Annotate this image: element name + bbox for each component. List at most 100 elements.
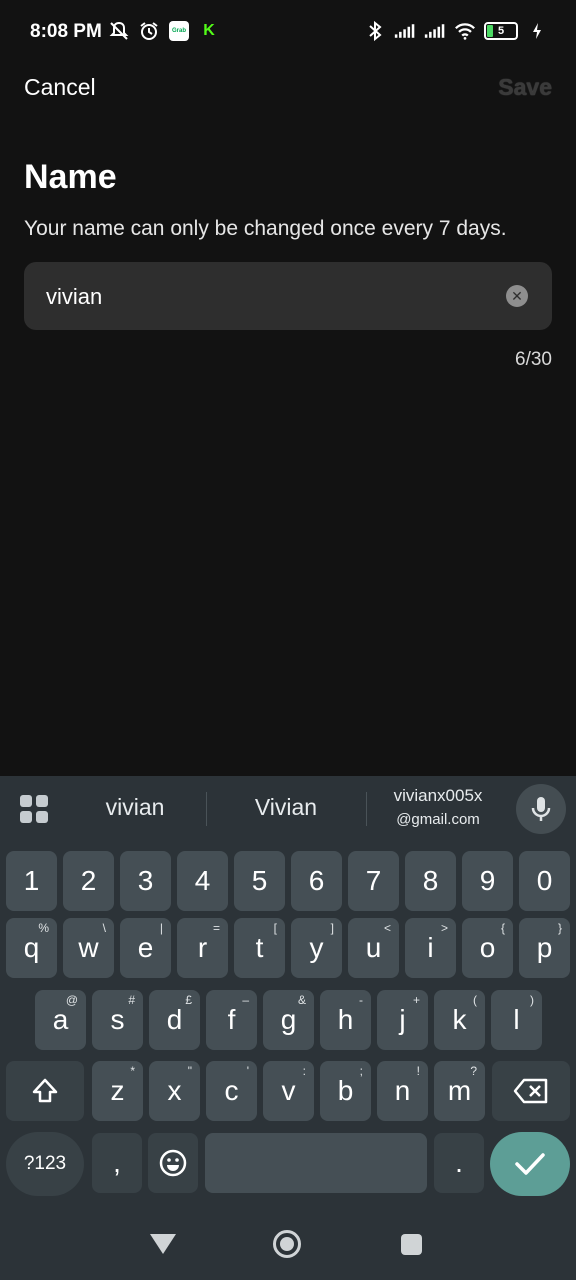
key-hint: >	[440, 921, 448, 935]
suggestion-bar: vivian Vivian vivianx005x @gmail.com	[0, 776, 576, 842]
key-n[interactable]: n!	[377, 1061, 428, 1121]
mute-icon	[108, 20, 130, 42]
key-label: u	[365, 932, 382, 963]
key-hint: <	[383, 921, 391, 935]
key-5[interactable]: 5	[234, 851, 285, 911]
backspace-key[interactable]	[492, 1061, 570, 1121]
period-key[interactable]: .	[434, 1133, 484, 1193]
save-button[interactable]: Save	[498, 74, 552, 101]
key-label: v	[281, 1075, 296, 1106]
key-f[interactable]: f –	[206, 990, 257, 1050]
enter-key[interactable]	[490, 1132, 570, 1196]
suggestion-email[interactable]: vivianx005x @gmail.com	[372, 782, 504, 830]
key-v[interactable]: v:	[263, 1061, 314, 1121]
back-icon[interactable]	[150, 1234, 176, 1254]
key-label: 0	[536, 865, 553, 896]
key-hint: @	[65, 993, 78, 1007]
emoji-key[interactable]	[148, 1133, 198, 1193]
key-label: 3	[137, 865, 154, 896]
status-right-icons: 5	[364, 20, 548, 42]
key-label: s	[110, 1004, 125, 1035]
key-i[interactable]: i >	[405, 918, 456, 978]
key-label: m	[447, 1075, 472, 1106]
keyboard-menu-icon[interactable]	[20, 795, 48, 823]
name-input-value[interactable]: vivian	[46, 284, 102, 310]
key-label: h	[337, 1004, 354, 1035]
key-hint: {	[500, 921, 505, 935]
key-y[interactable]: y]	[291, 918, 342, 978]
key-label: p	[536, 932, 553, 963]
suggestion-email-user: vivianx005x	[393, 786, 483, 805]
key-hint: #	[128, 993, 135, 1007]
key-l[interactable]: l)	[491, 990, 542, 1050]
page-title: Name	[24, 158, 117, 196]
signal-icon	[424, 20, 446, 42]
clear-icon[interactable]: ✕	[506, 285, 528, 307]
key-1[interactable]: 1	[6, 851, 57, 911]
recents-icon[interactable]	[401, 1234, 422, 1255]
symbols-key[interactable]: ?123	[6, 1132, 84, 1196]
key-3[interactable]: 3	[120, 851, 171, 911]
key-h[interactable]: h-	[320, 990, 371, 1050]
key-j[interactable]: j +	[377, 990, 428, 1050]
key-4[interactable]: 4	[177, 851, 228, 911]
key-7[interactable]: 7	[348, 851, 399, 911]
key-s[interactable]: s #	[92, 990, 143, 1050]
key-label: e	[137, 932, 154, 963]
key-8[interactable]: 8	[405, 851, 456, 911]
key-k[interactable]: k(	[434, 990, 485, 1050]
key-2[interactable]: 2	[63, 851, 114, 911]
key-w[interactable]: w \	[63, 918, 114, 978]
character-counter: 6/30	[515, 349, 552, 370]
key-label: a	[52, 1004, 69, 1035]
key-0[interactable]: 0	[519, 851, 570, 911]
key-x[interactable]: x "	[149, 1061, 200, 1121]
key-b[interactable]: b;	[320, 1061, 371, 1121]
name-input[interactable]: vivian ✕	[24, 262, 552, 330]
key-label: 2	[80, 865, 97, 896]
comma-key[interactable]: ,	[92, 1133, 142, 1193]
key-t[interactable]: t[	[234, 918, 285, 978]
key-label: 5	[251, 865, 268, 896]
key-u[interactable]: u <	[348, 918, 399, 978]
shift-key[interactable]	[6, 1061, 84, 1121]
key-g[interactable]: g &	[263, 990, 314, 1050]
key-hint: &	[297, 993, 306, 1007]
key-q[interactable]: q%	[6, 918, 57, 978]
home-icon[interactable]	[273, 1230, 301, 1258]
key-label: n	[394, 1075, 411, 1106]
navigation-bar	[0, 1204, 576, 1280]
key-label: g	[280, 1004, 297, 1035]
key-hint: [	[273, 921, 277, 935]
key-r[interactable]: r =	[177, 918, 228, 978]
key-o[interactable]: o{	[462, 918, 513, 978]
key-6[interactable]: 6	[291, 851, 342, 911]
wifi-icon	[454, 20, 476, 42]
key-z[interactable]: z *	[92, 1061, 143, 1121]
key-hint: +	[412, 993, 420, 1007]
suggestion-2[interactable]: Vivian	[214, 794, 358, 821]
key-hint: '	[246, 1064, 249, 1078]
battery-icon: 5	[484, 22, 518, 40]
suggestion-1[interactable]: vivian	[72, 794, 198, 821]
key-label: o	[479, 932, 496, 963]
key-e[interactable]: e |	[120, 918, 171, 978]
key-hint: :	[302, 1064, 306, 1078]
key-a[interactable]: a @	[35, 990, 86, 1050]
key-d[interactable]: d £	[149, 990, 200, 1050]
key-hint: *	[130, 1064, 135, 1078]
key-c[interactable]: c '	[206, 1061, 257, 1121]
key-9[interactable]: 9	[462, 851, 513, 911]
key-label: 1	[23, 865, 40, 896]
key-m[interactable]: m?	[434, 1061, 485, 1121]
microphone-icon[interactable]	[516, 784, 566, 834]
key-p[interactable]: p}	[519, 918, 570, 978]
page-description: Your name can only be changed once every…	[24, 217, 507, 240]
space-key[interactable]	[205, 1133, 427, 1193]
key-hint: )	[530, 993, 534, 1007]
key-label: b	[337, 1075, 354, 1106]
key-hint: !	[416, 1064, 420, 1078]
signal-icon	[394, 20, 416, 42]
key-hint: ]	[330, 921, 334, 935]
cancel-button[interactable]: Cancel	[24, 74, 96, 101]
